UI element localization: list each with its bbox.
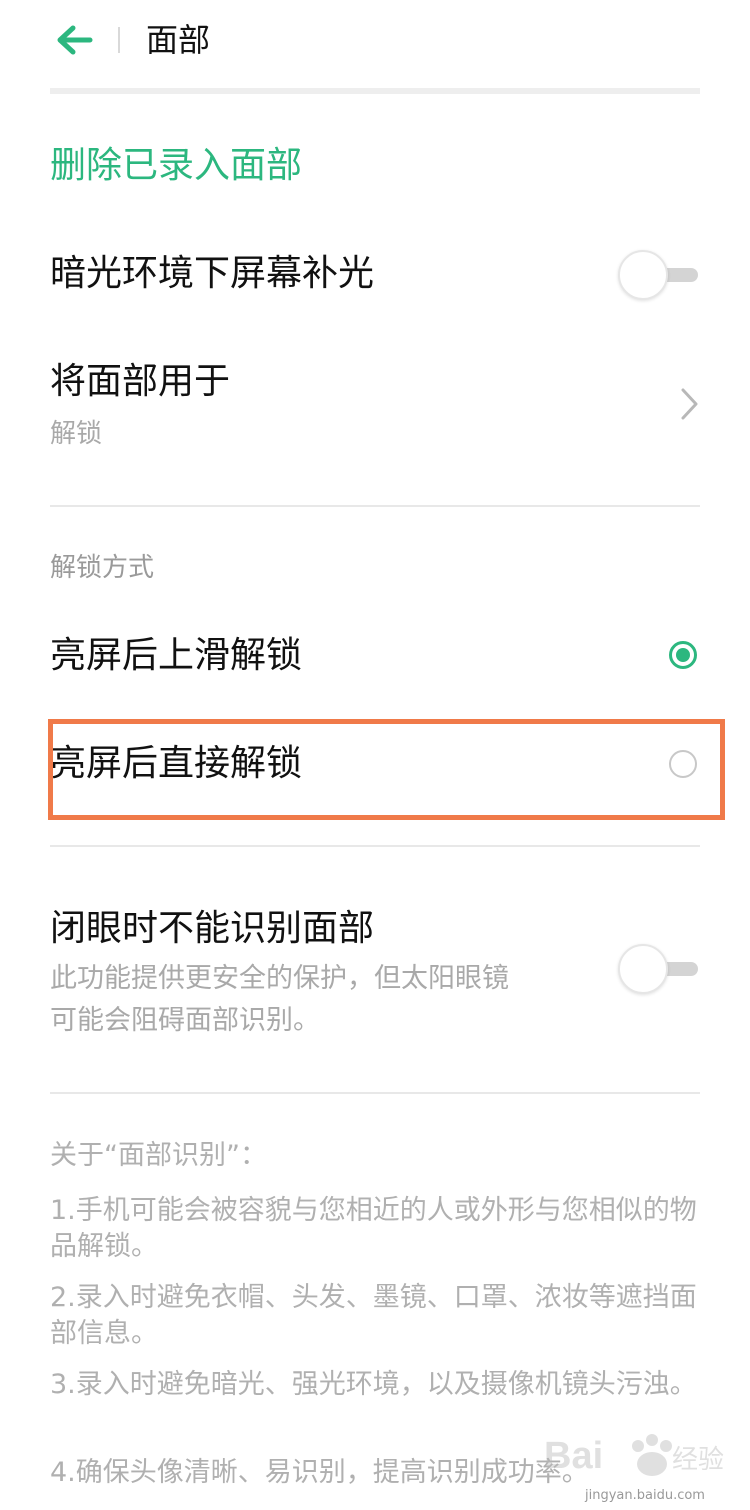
about-item: 2.录入时避免衣帽、头发、墨镜、口罩、浓妆等遮挡面部信息。 (50, 1282, 697, 1349)
app-header: 面部 (0, 0, 750, 90)
header-bottom-bar (50, 88, 700, 94)
highlight-box (48, 719, 725, 820)
eyes-closed-label: 闭眼时不能识别面部 (50, 908, 375, 949)
back-arrow-icon[interactable] (54, 22, 94, 58)
unlock-option-swipe-radio[interactable] (669, 641, 697, 669)
about-title: 关于“面部识别”： (50, 1140, 267, 1171)
use-face-for-label[interactable]: 将面部用于 (50, 358, 230, 406)
eyes-closed-desc-line2: 可能会阻碍面部识别。 (50, 1005, 320, 1036)
watermark-url: jingyan.baidu.com (585, 1488, 705, 1503)
baidu-jingyan-watermark: Bai 经验 (544, 1434, 724, 1477)
low-light-label: 暗光环境下屏幕补光 (50, 253, 375, 294)
divider (50, 845, 700, 847)
page-title: 面部 (146, 21, 211, 59)
unlock-section-title: 解锁方式 (50, 553, 155, 583)
divider (50, 505, 700, 507)
low-light-toggle[interactable] (618, 250, 700, 300)
toggle-knob (618, 944, 668, 994)
about-item: 3.录入时避免暗光、强光环境，以及摄像机镜头污浊。 (50, 1369, 697, 1400)
toggle-knob (618, 250, 668, 300)
eyes-closed-toggle[interactable] (618, 944, 700, 994)
eyes-closed-desc-line1: 此功能提供更安全的保护，但太阳眼镜 (50, 963, 509, 994)
chevron-right-icon[interactable] (676, 386, 702, 422)
about-item: 1.手机可能会被容貌与您相近的人或外形与您相似的物品解锁。 (50, 1195, 697, 1262)
delete-face-link[interactable]: 删除已录入面部 (50, 142, 302, 190)
svg-text:Bai: Bai (544, 1435, 603, 1477)
svg-text:经验: 经验 (672, 1445, 724, 1475)
unlock-option-swipe-label[interactable]: 亮屏后上滑解锁 (50, 632, 302, 680)
divider (50, 1092, 700, 1094)
use-face-for-value: 解锁 (50, 419, 103, 449)
header-divider (118, 27, 120, 53)
